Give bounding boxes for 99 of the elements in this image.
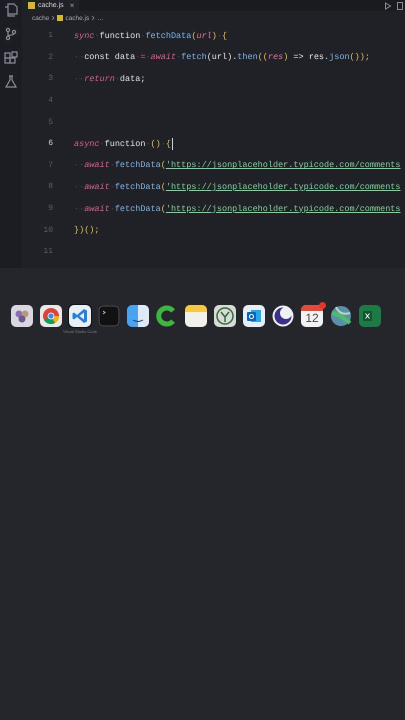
code-token: · — [110, 182, 115, 192]
code-token: 'https://jsonplaceholder.typicode.com/comments — [166, 182, 400, 192]
flower-icon — [11, 305, 33, 327]
code-token: () — [150, 138, 161, 149]
line-number: 2 — [47, 52, 54, 62]
dock-app[interactable] — [10, 304, 34, 328]
code-token: · — [110, 160, 115, 170]
code-token: (url). — [206, 52, 238, 62]
code-token: 'https://jsonplaceholder.typicode.com/comments — [166, 160, 400, 170]
code-token: ( — [191, 30, 196, 41]
code-token: function — [104, 138, 146, 149]
notepad-icon — [185, 305, 207, 327]
text-cursor — [172, 138, 173, 150]
code-token: (( — [258, 52, 268, 62]
code-token: ·· — [74, 204, 84, 214]
code-token: · — [100, 138, 105, 149]
run-icon[interactable] — [384, 2, 392, 10]
code-token: return — [84, 74, 115, 84]
files-icon[interactable] — [4, 3, 18, 17]
code-token: data; — [120, 74, 146, 84]
line-number: 11 — [42, 247, 54, 256]
code-token: 'https://jsonplaceholder.typicode.com/comments — [166, 204, 400, 214]
code-token: ) — [283, 52, 288, 62]
browser-icon — [40, 305, 62, 327]
dock-app[interactable] — [242, 304, 266, 328]
code-token: ()); — [350, 52, 370, 62]
code-token: fetchData — [114, 182, 161, 192]
code-token: await — [150, 52, 176, 62]
dock-app[interactable] — [68, 304, 92, 328]
code-token: { — [166, 138, 171, 149]
dock-app[interactable] — [271, 304, 295, 328]
dock-app[interactable]: 12 — [300, 304, 324, 328]
code-token: ·· — [74, 74, 84, 84]
flask-icon[interactable] — [4, 75, 18, 89]
code-token: fetchData — [145, 30, 192, 41]
js-file-icon — [57, 15, 64, 21]
line-number: 1 — [47, 31, 54, 40]
line-number: 7 — [47, 160, 54, 170]
dock-app[interactable] — [184, 304, 208, 328]
chevron-icon — [51, 15, 56, 21]
line-number: 4 — [47, 96, 54, 106]
code-token: · — [145, 138, 151, 149]
code-token: ·· — [74, 182, 84, 192]
code-token: ·· — [74, 52, 84, 62]
code-token: · — [114, 74, 120, 84]
code-token: => res. — [292, 52, 330, 62]
code-token: await — [84, 182, 110, 192]
line-number: 10 — [42, 226, 54, 235]
code-token: await — [84, 160, 110, 170]
code-token: res — [268, 52, 284, 62]
code-token: fetchData — [114, 160, 161, 170]
code-token: ( — [160, 204, 166, 214]
terminal-icon — [98, 305, 120, 327]
code-token: · — [160, 138, 166, 149]
code-token: { — [222, 30, 228, 41]
code-token: sync — [74, 30, 94, 41]
line-number: 3 — [47, 74, 54, 84]
code-token: json — [329, 52, 350, 62]
code-token: ·· — [74, 160, 84, 170]
code-token: fetchData — [114, 204, 161, 214]
chevron-icon — [91, 15, 96, 21]
dock-app[interactable] — [126, 304, 150, 328]
code-token: · — [110, 204, 115, 214]
code-token: then — [237, 52, 258, 62]
code-token: ) — [212, 30, 217, 41]
code-token: · — [145, 52, 151, 62]
code-token: function — [100, 30, 140, 41]
line-number: 9 — [47, 204, 54, 214]
dock-app[interactable] — [39, 304, 63, 328]
code-token: · — [216, 30, 222, 41]
code-token: ( — [160, 182, 166, 192]
extensions-icon[interactable] — [4, 51, 18, 65]
line-number: 6 — [47, 139, 54, 148]
code-token: })(); — [74, 225, 100, 236]
smiley-icon — [127, 305, 149, 327]
code-token: · — [135, 52, 140, 62]
close-icon[interactable]: × — [70, 1, 74, 10]
code-token: ( — [160, 160, 166, 170]
code-token: · — [176, 52, 182, 62]
code-token: fetch — [181, 52, 207, 62]
letter-c-icon — [156, 305, 178, 327]
js-file-icon — [28, 2, 35, 9]
code-token: async — [74, 138, 100, 149]
line-number: 8 — [47, 182, 54, 192]
line-number: 5 — [47, 118, 54, 127]
code-token: · — [140, 30, 146, 41]
code-token: await — [84, 204, 110, 214]
dock-app[interactable] — [329, 304, 353, 328]
code-token: const data — [84, 52, 136, 62]
split-editor-icon[interactable] — [397, 2, 403, 10]
mail-icon — [243, 305, 265, 327]
code-token: · — [94, 30, 100, 41]
code-token: url — [196, 30, 212, 41]
source-control-icon[interactable] — [4, 27, 18, 41]
moon-icon — [272, 305, 294, 327]
spreadsheet-icon — [359, 305, 381, 327]
code-editor-icon — [69, 305, 91, 327]
code-token: = — [140, 52, 146, 62]
map-icon — [330, 305, 352, 327]
